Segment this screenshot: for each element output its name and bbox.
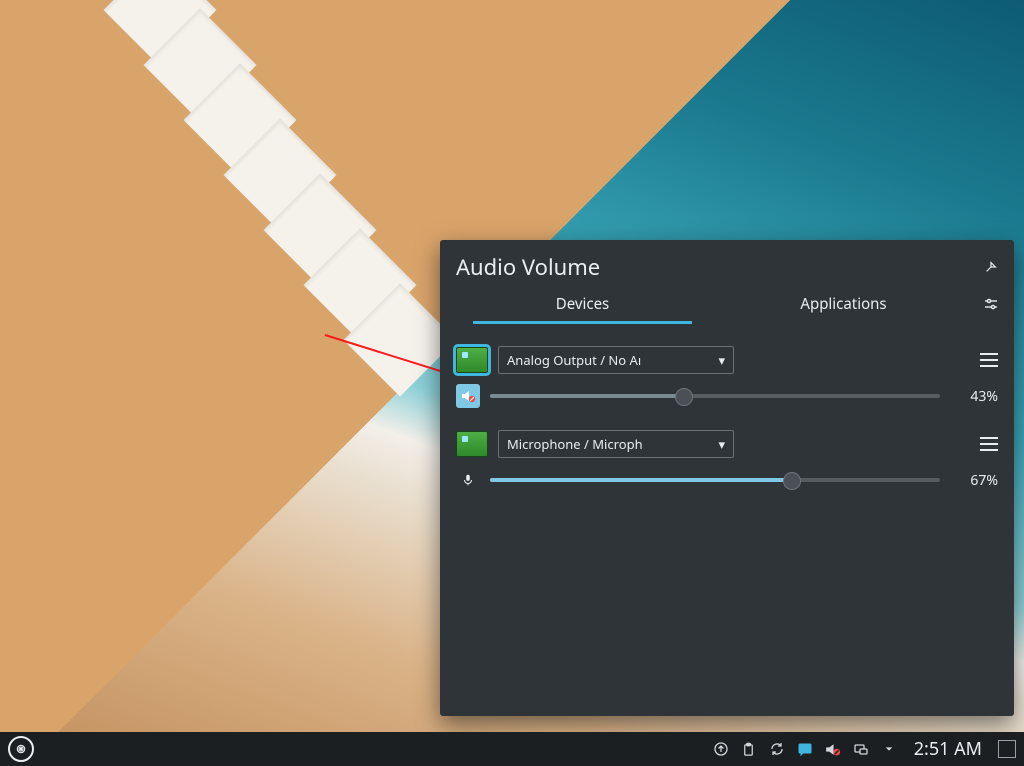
sound-card-icon bbox=[456, 431, 488, 457]
show-desktop-button[interactable] bbox=[998, 740, 1016, 758]
input-port-label: Microphone / Microph bbox=[507, 435, 643, 453]
input-options-menu[interactable] bbox=[980, 437, 998, 451]
sound-card-icon bbox=[456, 347, 488, 373]
audio-volume-popup: Audio Volume Devices Applications bbox=[440, 240, 1014, 716]
pin-icon[interactable] bbox=[984, 260, 998, 274]
input-volume-slider[interactable] bbox=[490, 470, 940, 490]
input-port-select[interactable]: Microphone / Microph ▾ bbox=[498, 430, 734, 458]
input-volume-value: 67% bbox=[950, 471, 998, 490]
clock[interactable]: 2:51 AM bbox=[914, 737, 982, 761]
sync-icon[interactable] bbox=[768, 740, 786, 758]
input-device: Microphone / Microph ▾ bbox=[456, 430, 998, 492]
taskbar: 2:51 AM bbox=[0, 732, 1024, 766]
desktop-wallpaper[interactable]: Audio Volume Devices Applications bbox=[0, 0, 1024, 732]
chevron-down-icon: ▾ bbox=[718, 351, 725, 369]
configure-icon[interactable] bbox=[980, 293, 1002, 315]
notifications-icon[interactable] bbox=[796, 740, 814, 758]
tab-row: Devices Applications bbox=[440, 284, 1014, 324]
tray-expand-icon[interactable] bbox=[880, 740, 898, 758]
output-port-label: Analog Output / No Aı bbox=[507, 351, 641, 369]
output-options-menu[interactable] bbox=[980, 353, 998, 367]
tab-devices[interactable]: Devices bbox=[452, 284, 713, 324]
chevron-down-icon: ▾ bbox=[718, 435, 725, 453]
output-port-select[interactable]: Analog Output / No Aı ▾ bbox=[498, 346, 734, 374]
input-mute-button[interactable] bbox=[456, 468, 480, 492]
app-launcher-button[interactable] bbox=[8, 736, 34, 762]
tab-applications[interactable]: Applications bbox=[713, 284, 974, 324]
device-list: Analog Output / No Aı ▾ bbox=[440, 324, 1014, 522]
updates-icon[interactable] bbox=[712, 740, 730, 758]
popup-title: Audio Volume bbox=[456, 252, 600, 282]
output-device: Analog Output / No Aı ▾ bbox=[456, 346, 998, 408]
volume-muted-icon[interactable] bbox=[824, 740, 842, 758]
network-icon[interactable] bbox=[852, 740, 870, 758]
output-volume-value: 43% bbox=[950, 387, 998, 406]
output-mute-button[interactable] bbox=[456, 384, 480, 408]
output-volume-slider[interactable] bbox=[490, 386, 940, 406]
clipboard-icon[interactable] bbox=[740, 740, 758, 758]
